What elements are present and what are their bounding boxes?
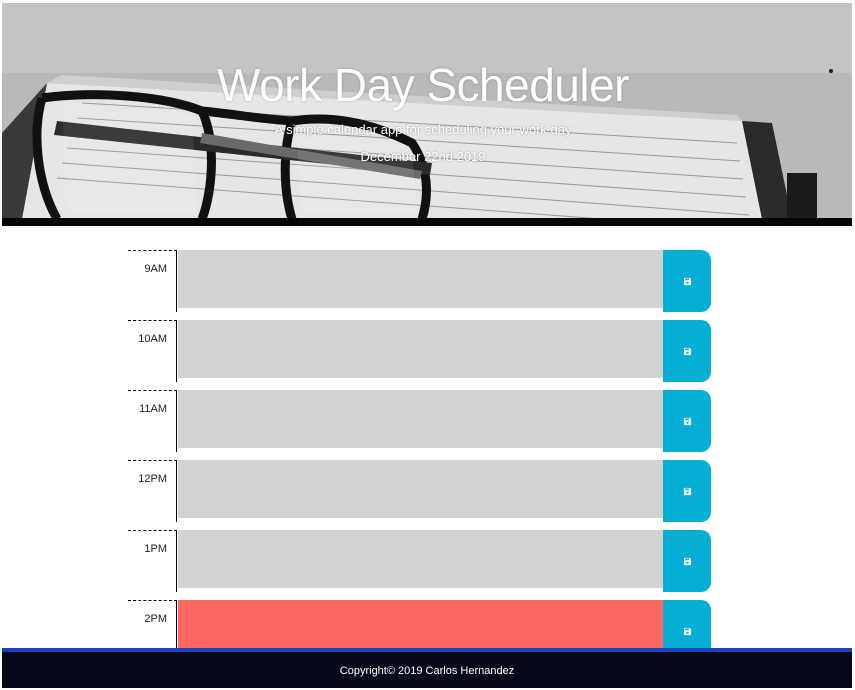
timeblock-row: 10AM [128,320,712,382]
hour-label: 11AM [128,390,177,452]
event-description-input[interactable] [178,390,663,448]
save-icon [683,557,691,565]
copyright-text: Copyright© 2019 Carlos Hernandez [339,665,515,677]
event-description-input[interactable] [178,320,663,378]
hour-label: 9AM [128,250,177,312]
hour-label: 10AM [128,320,177,382]
hour-label: 1PM [128,530,177,592]
event-description-input[interactable] [178,250,663,308]
save-icon [683,487,691,495]
timeblock-row: 11AM [128,390,712,452]
app-root: Work Day Scheduler A simple calendar app… [0,0,855,690]
save-icon [683,347,691,355]
event-description-input[interactable] [178,530,663,588]
event-description-input[interactable] [178,460,663,518]
save-button[interactable] [663,390,711,452]
timeblock-row: 9AM [128,250,712,312]
save-button[interactable] [663,320,711,382]
save-icon [683,417,691,425]
save-button[interactable] [663,250,711,312]
save-icon [683,627,691,635]
save-button[interactable] [663,460,711,522]
timeblock-row: 1PM [128,530,712,592]
timeblock-list: 9AM 10AM 11AM 12PM 1PM 2PM [0,0,855,662]
timeblock-row: 12PM [128,460,712,522]
save-icon [683,277,691,285]
hour-label: 12PM [128,460,177,522]
footer: Copyright© 2019 Carlos Hernandez [2,648,852,688]
save-button[interactable] [663,530,711,592]
